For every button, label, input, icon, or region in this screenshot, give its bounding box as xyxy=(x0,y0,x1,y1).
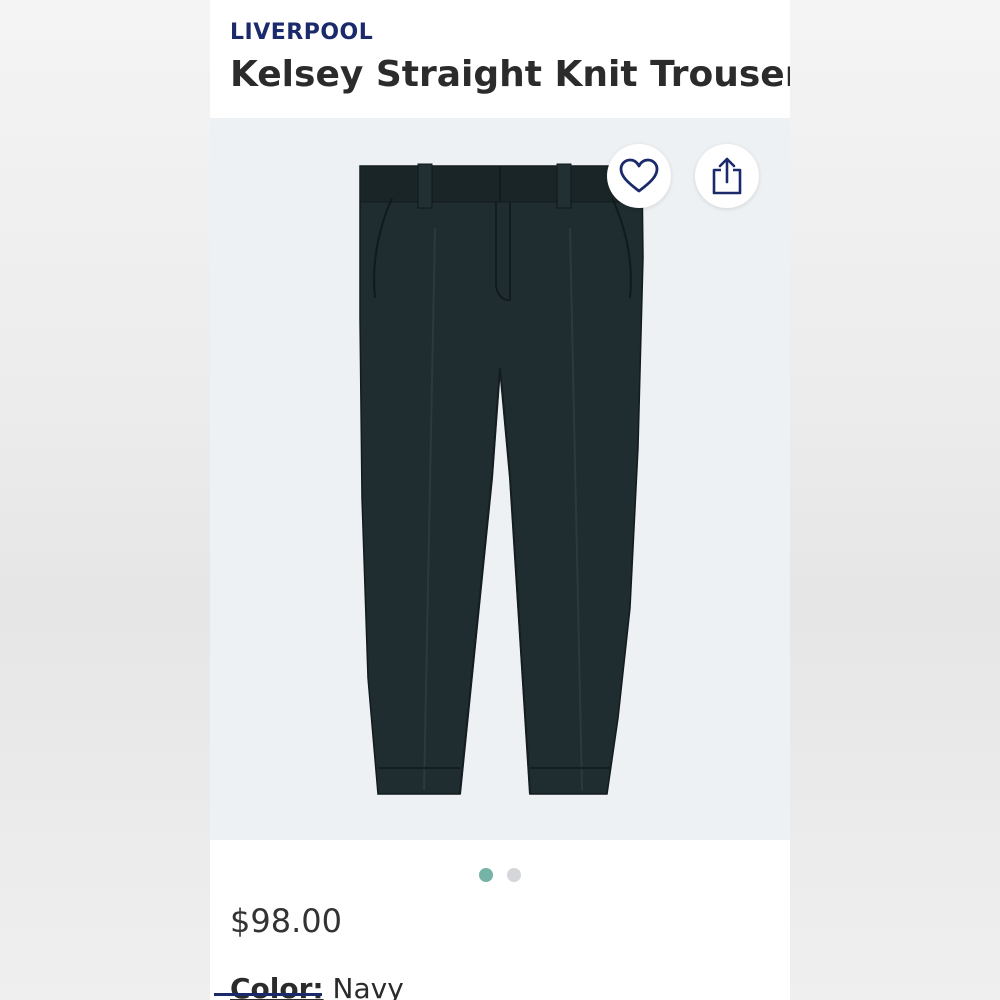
favorite-button[interactable] xyxy=(607,144,671,208)
product-price: $98.00 xyxy=(230,902,342,940)
share-icon xyxy=(712,157,742,195)
product-card: LIVERPOOL Kelsey Straight Knit Trouser $… xyxy=(210,0,790,1000)
carousel-dot-2[interactable] xyxy=(507,868,521,882)
carousel-indicator xyxy=(210,868,790,884)
background-left xyxy=(0,0,210,1000)
share-button[interactable] xyxy=(695,144,759,208)
brand-name[interactable]: LIVERPOOL xyxy=(230,20,373,45)
product-title: Kelsey Straight Knit Trouser xyxy=(230,54,790,95)
color-value: Navy xyxy=(332,972,404,1000)
heart-icon xyxy=(619,158,659,193)
background-right xyxy=(790,0,1000,1000)
color-underline xyxy=(214,993,322,996)
product-image xyxy=(359,163,644,795)
product-image-gallery[interactable] xyxy=(210,118,790,840)
carousel-dot-1[interactable] xyxy=(479,868,493,882)
